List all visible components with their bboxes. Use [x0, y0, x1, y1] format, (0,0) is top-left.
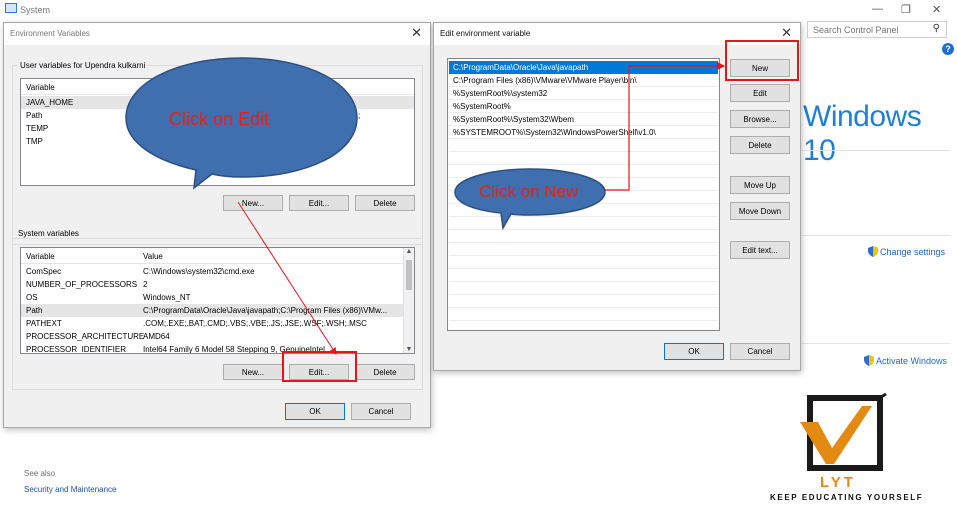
- arrow-to-edit-button: [237, 201, 337, 355]
- arrow-to-new-button: [604, 61, 726, 191]
- click-on-edit-text: Click on Edit: [169, 109, 270, 129]
- logo-tagline: KEEP EDUCATING YOURSELF: [770, 493, 924, 502]
- logo-text: LYT: [820, 474, 856, 491]
- click-on-edit-callout: Click on Edit: [122, 56, 362, 191]
- click-on-new-callout: Click on New: [453, 168, 608, 231]
- lyt-logo-mark: [800, 392, 887, 471]
- click-on-new-text: Click on New: [479, 182, 579, 201]
